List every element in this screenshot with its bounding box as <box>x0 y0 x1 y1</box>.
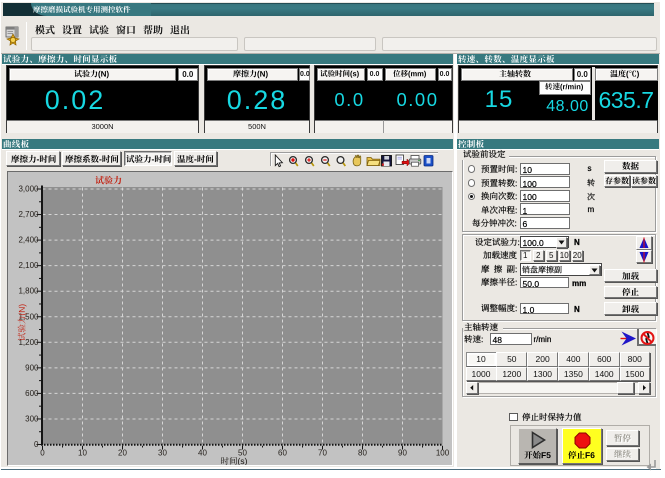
svg-text:90: 90 <box>398 449 407 458</box>
svg-text:0: 0 <box>40 449 45 458</box>
svg-text:900: 900 <box>25 363 39 372</box>
svg-text:50: 50 <box>238 449 247 458</box>
svg-text:2,700: 2,700 <box>18 210 39 219</box>
svg-text:100: 100 <box>436 449 450 458</box>
svg-text:80: 80 <box>358 449 367 458</box>
svg-text:1,500: 1,500 <box>18 312 39 321</box>
svg-text:0: 0 <box>34 440 39 449</box>
svg-text:300: 300 <box>25 414 39 423</box>
svg-text:70: 70 <box>318 449 327 458</box>
svg-text:40: 40 <box>198 449 207 458</box>
svg-text:600: 600 <box>25 389 39 398</box>
svg-text:30: 30 <box>158 449 167 458</box>
svg-text:10: 10 <box>78 449 87 458</box>
svg-text:3,000: 3,000 <box>18 185 39 194</box>
svg-text:60: 60 <box>278 449 287 458</box>
svg-text:1,800: 1,800 <box>18 287 39 296</box>
svg-text:2,400: 2,400 <box>18 236 39 245</box>
svg-text:2,100: 2,100 <box>18 261 39 270</box>
svg-text:1,200: 1,200 <box>18 338 39 347</box>
svg-text:20: 20 <box>118 449 127 458</box>
